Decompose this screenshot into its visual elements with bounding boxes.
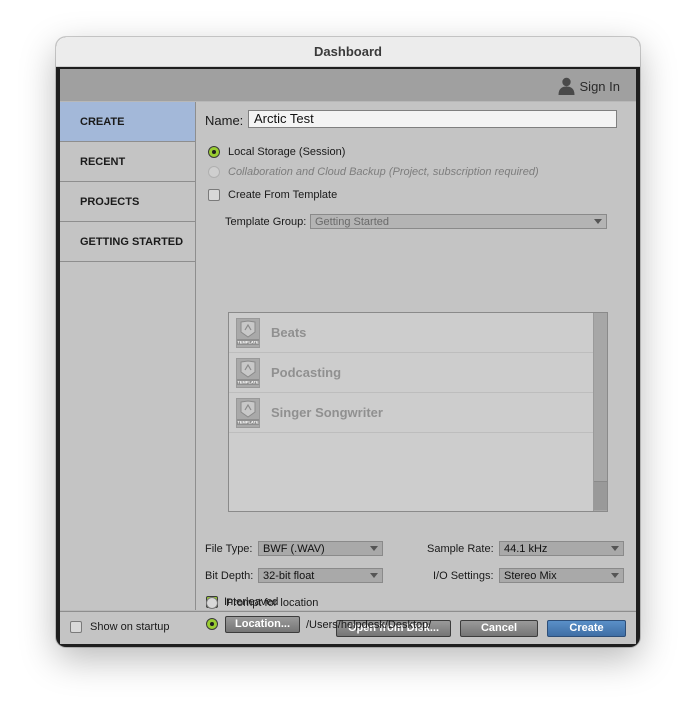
prompt-location-option[interactable]: Prompt for location — [206, 597, 318, 609]
file-type-label: File Type: — [205, 543, 253, 555]
template-name: Singer Songwriter — [271, 405, 383, 420]
local-storage-option[interactable]: Local Storage (Session) — [208, 146, 345, 158]
sidebar-item-label: PROJECTS — [80, 195, 140, 208]
cloud-storage-radio[interactable] — [208, 166, 220, 178]
scrollbar-thumb[interactable] — [594, 481, 607, 510]
create-panel: Name: Arctic Test Local Storage (Session… — [196, 102, 636, 610]
bit-depth-value: 32-bit float — [263, 570, 315, 582]
session-name-input[interactable]: Arctic Test — [248, 110, 617, 128]
template-icon-label: TEMPLATE — [237, 379, 259, 384]
create-from-template-label: Create From Template — [228, 189, 338, 201]
cloud-storage-label: Collaboration and Cloud Backup (Project,… — [228, 166, 539, 178]
sidebar-item-projects[interactable]: PROJECTS — [60, 182, 195, 222]
chevron-down-icon — [594, 219, 602, 224]
prompt-location-radio[interactable] — [206, 597, 218, 609]
sidebar: CREATE RECENT PROJECTS GETTING STARTED — [60, 102, 196, 610]
template-item-singer-songwriter[interactable]: TEMPLATE Singer Songwriter — [229, 393, 607, 433]
local-storage-label: Local Storage (Session) — [228, 146, 346, 158]
template-list-scrollbar[interactable] — [593, 313, 607, 511]
template-icon: TEMPLATE — [236, 357, 260, 388]
template-name: Beats — [271, 325, 307, 340]
sidebar-item-label: CREATE — [80, 115, 125, 128]
chevron-down-icon — [370, 573, 378, 578]
sign-in-label: Sign In — [579, 78, 620, 94]
template-item-podcasting[interactable]: TEMPLATE Podcasting — [229, 353, 607, 393]
file-type-value: BWF (.WAV) — [263, 543, 325, 555]
template-group-label: Template Group: — [225, 216, 307, 228]
template-icon-label: TEMPLATE — [237, 419, 259, 424]
location-radio[interactable] — [206, 618, 218, 630]
sign-in-button[interactable]: Sign In — [558, 77, 620, 95]
bit-depth-select[interactable]: 32-bit float — [258, 568, 383, 583]
template-item-beats[interactable]: TEMPLATE Beats — [229, 313, 607, 353]
io-settings-value: Stereo Mix — [504, 570, 557, 582]
create-from-template-option[interactable]: Create From Template — [208, 189, 337, 201]
show-on-startup-checkbox[interactable] — [70, 621, 82, 633]
create-button[interactable]: Create — [547, 620, 626, 637]
show-on-startup-label: Show on startup — [90, 621, 170, 633]
sample-rate-label: Sample Rate: — [427, 543, 494, 555]
sidebar-item-label: RECENT — [80, 155, 126, 168]
chevron-down-icon — [611, 546, 619, 551]
sidebar-item-recent[interactable]: RECENT — [60, 142, 195, 182]
io-settings-select[interactable]: Stereo Mix — [499, 568, 624, 583]
template-group-select[interactable]: Getting Started — [310, 214, 607, 229]
chevron-down-icon — [370, 546, 378, 551]
prompt-location-label: Prompt for location — [226, 597, 319, 609]
location-option[interactable] — [206, 618, 218, 630]
local-storage-radio[interactable] — [208, 146, 220, 158]
top-bar: Sign In — [60, 69, 636, 101]
location-button[interactable]: Location... — [225, 616, 300, 633]
create-from-template-checkbox[interactable] — [208, 189, 220, 201]
sidebar-item-label: GETTING STARTED — [80, 235, 184, 248]
bit-depth-label: Bit Depth: — [205, 570, 254, 582]
template-group-value: Getting Started — [315, 216, 389, 228]
cancel-button[interactable]: Cancel — [460, 620, 538, 637]
template-icon: TEMPLATE — [236, 317, 260, 348]
dashboard-window: Dashboard Sign In CREATE RECENT PROJECTS — [56, 37, 640, 647]
cloud-storage-option[interactable]: Collaboration and Cloud Backup (Project,… — [208, 166, 539, 178]
template-icon: TEMPLATE — [236, 397, 260, 428]
user-icon — [558, 77, 575, 95]
window-titlebar: Dashboard — [56, 37, 640, 67]
sample-rate-select[interactable]: 44.1 kHz — [499, 541, 624, 556]
io-settings-label: I/O Settings: — [433, 570, 494, 582]
show-on-startup-option[interactable]: Show on startup — [70, 621, 170, 633]
sidebar-item-create[interactable]: CREATE — [60, 102, 195, 142]
chevron-down-icon — [611, 573, 619, 578]
file-type-select[interactable]: BWF (.WAV) — [258, 541, 383, 556]
name-label: Name: — [205, 113, 244, 128]
template-list[interactable]: TEMPLATE Beats TEMPLATE Podcasting TEMPL… — [228, 312, 608, 512]
location-path: /Users/helpdesk/Desktop/ — [306, 619, 432, 631]
template-icon-label: TEMPLATE — [237, 339, 259, 344]
sidebar-item-getting-started[interactable]: GETTING STARTED — [60, 222, 195, 262]
window-title: Dashboard — [314, 44, 382, 59]
template-name: Podcasting — [271, 365, 342, 380]
sample-rate-value: 44.1 kHz — [504, 543, 548, 555]
dashboard-frame: Sign In CREATE RECENT PROJECTS GETTING S… — [60, 69, 636, 644]
